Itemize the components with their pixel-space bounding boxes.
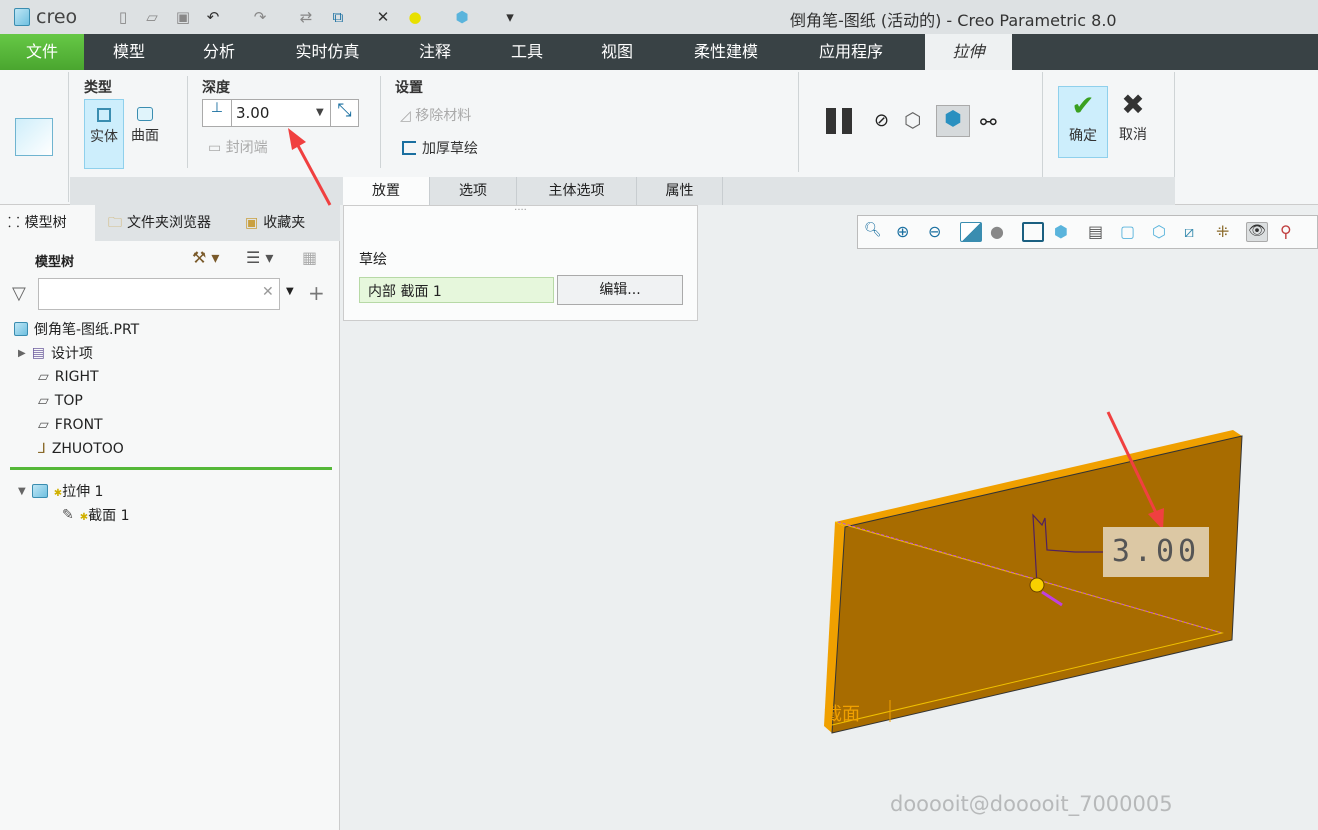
model-graphics xyxy=(288,128,1243,734)
section-label: 截面 xyxy=(824,704,860,725)
drag-handle-point[interactable] xyxy=(1029,577,1045,593)
depth-dimension[interactable]: 3.00 xyxy=(1103,527,1209,577)
annotation-arrowhead xyxy=(288,128,306,150)
watermark: dooooit@dooooit_7000005 xyxy=(890,792,1173,816)
annotation-arrow xyxy=(293,139,332,206)
